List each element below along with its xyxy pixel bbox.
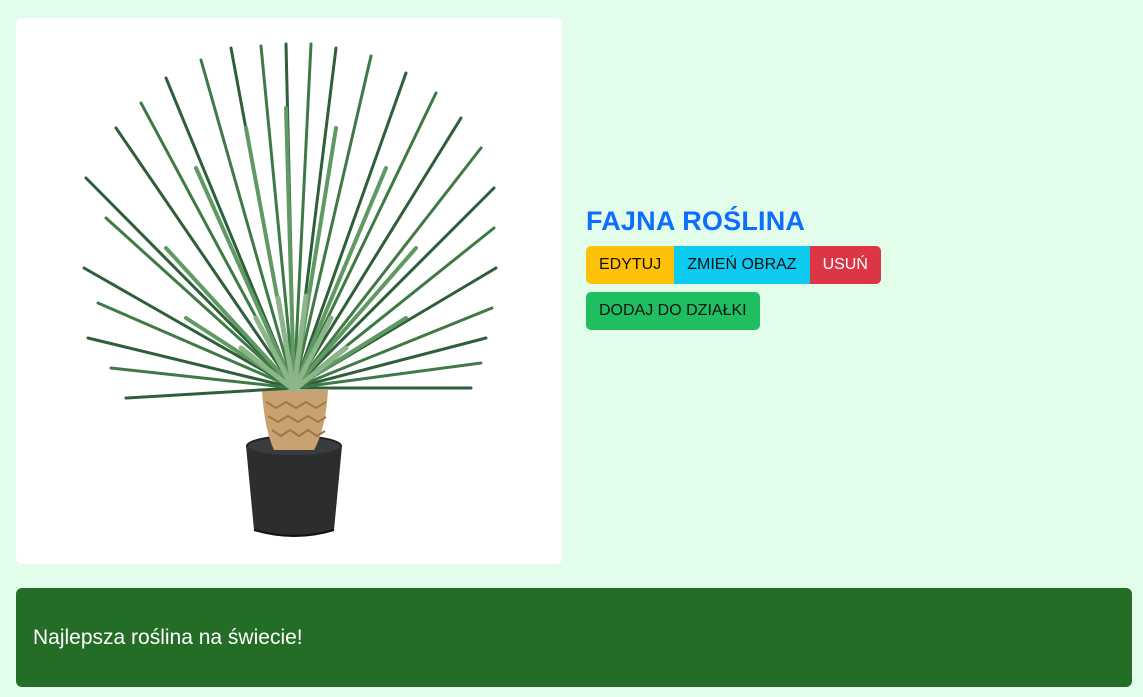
add-to-plot-button[interactable]: DODAJ DO DZIAŁKI — [586, 292, 760, 330]
plant-actions-group: EDYTUJ ZMIEŃ OBRAZ USUŃ — [586, 246, 881, 284]
delete-button[interactable]: USUŃ — [809, 246, 881, 284]
plant-title: FAJNA ROŚLINA — [586, 206, 806, 236]
plant-description: Najlepsza roślina na świecie! — [33, 625, 303, 649]
plant-description-box: Najlepsza roślina na świecie! — [16, 588, 1132, 687]
change-image-button[interactable]: ZMIEŃ OBRAZ — [674, 246, 810, 284]
plant-image — [16, 18, 562, 564]
plant-detail-page: FAJNA ROŚLINA EDYTUJ ZMIEŃ OBRAZ USUŃ DO… — [0, 0, 1143, 697]
potted-plant-illustration — [82, 42, 498, 537]
edit-button[interactable]: EDYTUJ — [586, 246, 675, 284]
plant-info: FAJNA ROŚLINA EDYTUJ ZMIEŃ OBRAZ USUŃ DO… — [586, 204, 881, 330]
